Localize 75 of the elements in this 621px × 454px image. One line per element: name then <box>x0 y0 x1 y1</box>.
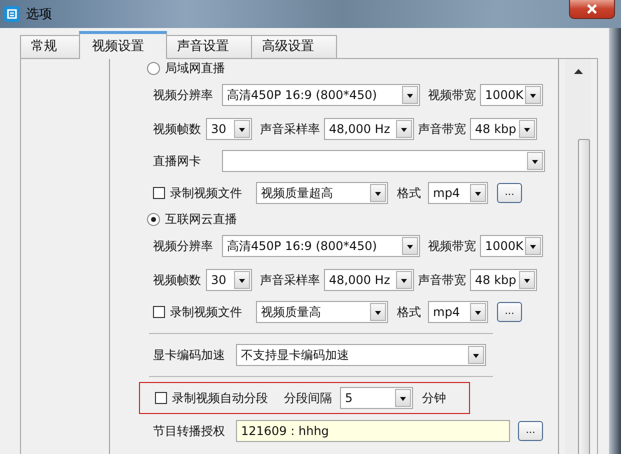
caret-icon <box>234 271 250 289</box>
checkbox[interactable] <box>153 187 165 199</box>
caret-icon <box>402 86 418 104</box>
field-label: 声音采样率 <box>260 272 320 288</box>
more-button[interactable]: ... <box>497 183 522 203</box>
field-label: 视频带宽 <box>428 86 476 104</box>
checkbox-label: 录制视频自动分段 <box>172 390 268 406</box>
caret-icon <box>234 120 250 138</box>
tab[interactable]: 声音设置 <box>166 35 252 58</box>
caret-icon <box>527 152 543 170</box>
field-label: 直播网卡 <box>153 152 202 170</box>
field-label: 显卡编码加速 <box>153 346 226 364</box>
field-label: 分段间隔 <box>284 390 333 406</box>
dropdown[interactable]: 1000K <box>480 84 543 106</box>
dropdown[interactable]: 高清450P 16:9 (800*450) <box>222 235 420 257</box>
scroll-up-icon[interactable] <box>574 69 582 74</box>
field-label: 格式 <box>397 184 422 202</box>
field-label: 视频帧数 <box>153 120 202 138</box>
caret-icon <box>395 389 411 407</box>
field-label: 视频分辨率 <box>153 238 214 254</box>
dropdown[interactable]: 视频质量超高 <box>256 182 388 204</box>
tab[interactable]: 高级设置 <box>251 35 337 58</box>
unit-label: 分钟 <box>422 390 446 406</box>
caret-icon <box>470 184 486 202</box>
field-label: 格式 <box>397 304 422 320</box>
radio-label: 互联网云直播 <box>165 210 237 228</box>
field-label: 声音带宽 <box>418 120 466 138</box>
app-icon <box>3 5 21 23</box>
caret-icon <box>525 237 541 255</box>
dropdown[interactable]: 30 <box>206 118 252 140</box>
radio-button[interactable] <box>147 212 160 226</box>
caret-icon <box>468 346 484 364</box>
caret-icon <box>370 184 386 202</box>
more-button[interactable]: ... <box>518 421 543 441</box>
checkbox-label: 录制视频文件 <box>170 184 243 202</box>
dropdown[interactable]: 5 <box>340 387 413 409</box>
caret-icon <box>370 303 386 321</box>
checkbox[interactable] <box>155 392 167 404</box>
caret-icon <box>396 120 412 138</box>
scroll-thumb[interactable] <box>578 139 590 454</box>
field-label: 视频带宽 <box>428 238 476 254</box>
field-label: 节目转播授权 <box>153 422 226 440</box>
dropdown[interactable]: 不支持显卡编码加速 <box>236 344 486 366</box>
tab[interactable]: 常规 <box>20 35 80 58</box>
caret-icon <box>402 237 418 255</box>
field-label: 声音带宽 <box>418 272 466 288</box>
field-label: 声音采样率 <box>260 120 320 138</box>
tab[interactable]: 视频设置 <box>79 31 167 59</box>
caret-icon <box>519 120 535 138</box>
close-icon <box>586 4 598 14</box>
scrollbar[interactable] <box>565 59 591 454</box>
dropdown[interactable]: 视频质量高 <box>256 301 388 323</box>
more-button[interactable]: ... <box>497 302 522 322</box>
dropdown[interactable]: 48,000 Hz <box>324 269 414 291</box>
dropdown[interactable]: mp4 <box>428 301 488 323</box>
field-label: 视频分辨率 <box>153 86 214 104</box>
close-button[interactable] <box>569 0 615 19</box>
caret-icon <box>519 271 535 289</box>
radio-button[interactable] <box>147 62 160 74</box>
dropdown[interactable]: 48 kbp <box>470 118 537 140</box>
dropdown[interactable]: 30 <box>206 269 252 291</box>
window-title: 选项 <box>26 6 52 23</box>
caret-icon <box>470 303 486 321</box>
input-field[interactable]: 121609 : hhhg <box>236 420 510 442</box>
dropdown[interactable]: 高清450P 16:9 (800*450) <box>222 84 420 106</box>
caret-icon <box>396 271 412 289</box>
dropdown[interactable]: 48,000 Hz <box>324 118 414 140</box>
radio-label: 局域网直播 <box>165 60 225 76</box>
field-label: 视频帧数 <box>153 272 202 288</box>
dropdown[interactable]: 48 kbp <box>470 269 537 291</box>
dropdown[interactable]: mp4 <box>428 182 488 204</box>
caret-icon <box>525 86 541 104</box>
dropdown[interactable]: 1000K <box>480 235 543 257</box>
checkbox-label: 录制视频文件 <box>170 304 243 320</box>
checkbox[interactable] <box>153 306 165 318</box>
